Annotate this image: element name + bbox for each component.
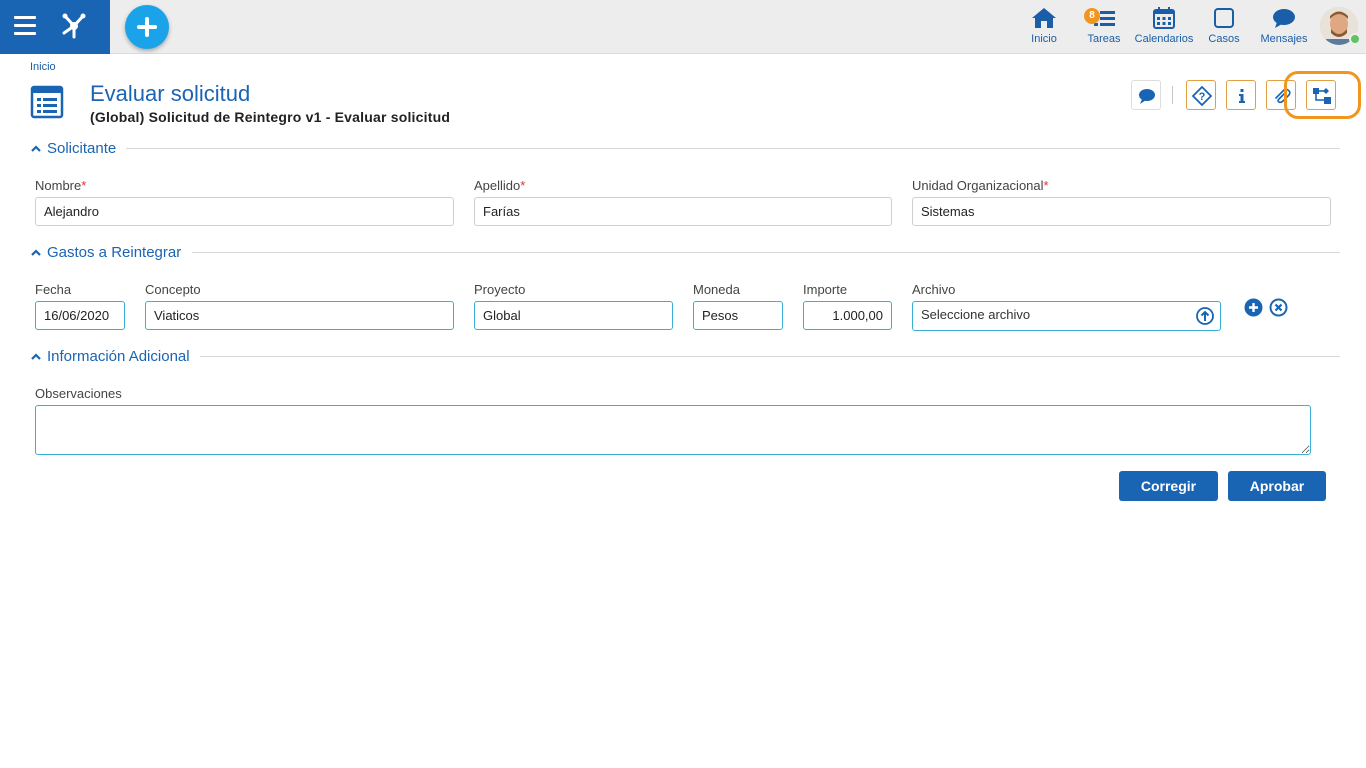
fecha-label: Fecha bbox=[35, 282, 72, 297]
online-status-icon bbox=[1349, 33, 1361, 45]
archivo-placeholder: Seleccione archivo bbox=[921, 307, 1031, 322]
section-adicional-header[interactable]: Información Adicional bbox=[30, 348, 190, 365]
nav-casos[interactable]: Casos bbox=[1206, 6, 1242, 50]
top-bar: Inicio 8 Tareas Calendarios Casos Mensaj… bbox=[0, 0, 1366, 54]
importe-label: Importe bbox=[803, 282, 848, 297]
comment-icon bbox=[1139, 89, 1155, 104]
form-page-icon bbox=[30, 85, 64, 119]
section-gastos-header[interactable]: Gastos a Reintegrar bbox=[30, 244, 181, 261]
apellido-input[interactable] bbox=[474, 197, 892, 226]
nombre-input[interactable] bbox=[35, 197, 454, 226]
section-divider bbox=[200, 356, 1340, 357]
moneda-label: Moneda bbox=[693, 282, 740, 297]
chevron-up-icon bbox=[31, 352, 41, 360]
unidad-label: Unidad Organizacional* bbox=[912, 178, 1049, 193]
fecha-input[interactable] bbox=[35, 301, 125, 330]
remove-row-icon[interactable] bbox=[1269, 298, 1288, 317]
nav-tareas[interactable]: 8 Tareas bbox=[1084, 6, 1124, 50]
apellido-label: Apellido* bbox=[474, 178, 526, 193]
comments-button[interactable] bbox=[1131, 80, 1161, 110]
info-icon bbox=[1239, 89, 1245, 103]
concepto-label: Concepto bbox=[145, 282, 201, 297]
chevron-up-icon bbox=[31, 144, 41, 152]
section-divider bbox=[192, 252, 1340, 253]
moneda-input[interactable] bbox=[693, 301, 783, 330]
proyecto-label: Proyecto bbox=[474, 282, 526, 297]
calendar-icon bbox=[1153, 7, 1175, 29]
toolbar-separator bbox=[1172, 86, 1173, 104]
tasks-badge: 8 bbox=[1084, 8, 1100, 24]
hamburger-menu-icon[interactable] bbox=[14, 16, 36, 36]
observaciones-textarea[interactable] bbox=[35, 405, 1311, 455]
section-divider bbox=[126, 148, 1340, 149]
logo-icon[interactable] bbox=[56, 8, 92, 44]
nombre-label: Nombre* bbox=[35, 178, 87, 193]
chevron-up-icon bbox=[31, 248, 41, 256]
archivo-file-input[interactable]: Seleccione archivo bbox=[912, 301, 1221, 331]
importe-input[interactable] bbox=[803, 301, 892, 330]
upload-icon[interactable] bbox=[1196, 307, 1214, 325]
add-row-icon[interactable] bbox=[1244, 298, 1263, 317]
brand-area bbox=[0, 0, 110, 54]
archivo-label: Archivo bbox=[912, 282, 956, 297]
section-solicitante-header[interactable]: Solicitante bbox=[30, 140, 116, 157]
nav-calendarios[interactable]: Calendarios bbox=[1134, 6, 1194, 50]
cases-icon bbox=[1214, 8, 1234, 28]
help-diamond-icon: ? bbox=[1192, 86, 1212, 106]
observaciones-label: Observaciones bbox=[35, 386, 122, 401]
proyecto-input[interactable] bbox=[474, 301, 673, 330]
corregir-button[interactable]: Corregir bbox=[1119, 471, 1218, 501]
add-button[interactable] bbox=[125, 5, 169, 49]
page-subtitle: (Global) Solicitud de Reintegro v1 - Eva… bbox=[90, 109, 451, 125]
help-button[interactable]: ? bbox=[1186, 80, 1216, 110]
concepto-input[interactable] bbox=[145, 301, 454, 330]
aprobar-button[interactable]: Aprobar bbox=[1228, 471, 1326, 501]
messages-icon bbox=[1273, 9, 1295, 28]
nav-mensajes[interactable]: Mensajes bbox=[1258, 6, 1310, 50]
page-title: Evaluar solicitud bbox=[90, 81, 251, 106]
home-icon bbox=[1032, 8, 1056, 28]
breadcrumb[interactable]: Inicio bbox=[30, 61, 56, 73]
process-map-highlight bbox=[1284, 71, 1361, 119]
nav-inicio[interactable]: Inicio bbox=[1026, 6, 1062, 50]
unidad-input[interactable] bbox=[912, 197, 1331, 226]
svg-text:?: ? bbox=[1199, 91, 1206, 103]
info-button[interactable] bbox=[1226, 80, 1256, 110]
